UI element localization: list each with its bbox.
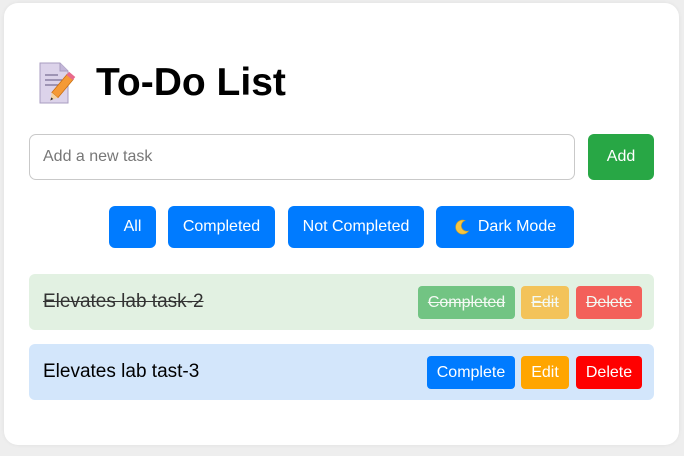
moon-icon bbox=[454, 219, 470, 235]
header: To-Do List bbox=[36, 60, 286, 106]
task-delete-button[interactable]: Delete bbox=[576, 286, 642, 319]
dark-mode-label: Dark Mode bbox=[477, 218, 557, 235]
task-complete-button[interactable]: Completed bbox=[418, 286, 515, 319]
filter-bar: All Completed Not Completed Dark Mode bbox=[0, 206, 684, 248]
filter-completed-button[interactable]: Completed bbox=[168, 206, 275, 248]
dark-mode-button[interactable]: Dark Mode bbox=[436, 206, 574, 248]
task-edit-button[interactable]: Edit bbox=[521, 286, 569, 319]
filter-not-completed-button[interactable]: Not Completed bbox=[288, 206, 424, 248]
task-item-open: Elevates lab tast-3 Complete Edit Delete bbox=[29, 344, 654, 400]
memo-icon bbox=[36, 61, 76, 105]
new-task-input[interactable] bbox=[29, 134, 575, 180]
task-item-completed: Elevates lab task-2 Completed Edit Delet… bbox=[29, 274, 654, 330]
task-delete-button[interactable]: Delete bbox=[576, 356, 642, 389]
filter-all-button[interactable]: All bbox=[109, 206, 156, 248]
task-complete-button[interactable]: Complete bbox=[427, 356, 515, 389]
add-task-button[interactable]: Add bbox=[588, 134, 654, 180]
task-edit-button[interactable]: Edit bbox=[521, 356, 569, 389]
task-text: Elevates lab task-2 bbox=[43, 291, 204, 312]
page-title: To-Do List bbox=[96, 61, 286, 104]
task-text: Elevates lab tast-3 bbox=[43, 361, 200, 382]
